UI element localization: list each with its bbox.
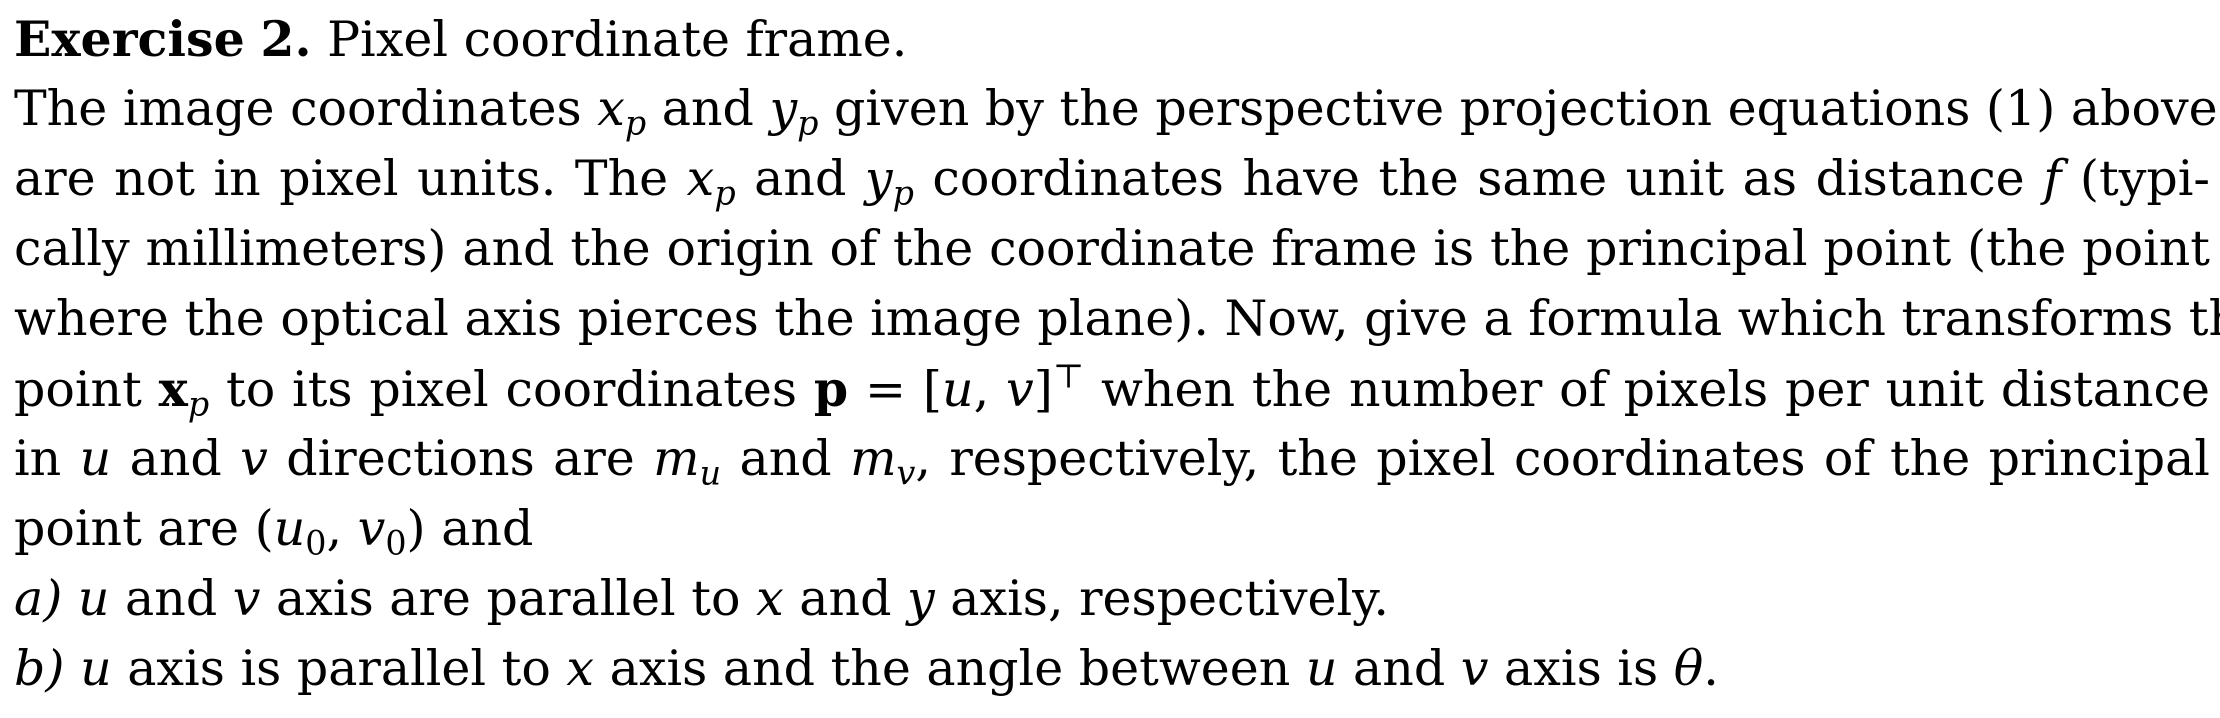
math-v: v bbox=[232, 570, 261, 627]
math-x: x bbox=[756, 570, 784, 627]
text-span: and bbox=[109, 570, 233, 627]
text-span: and bbox=[1337, 640, 1461, 697]
text-span: axis, respectively. bbox=[934, 570, 1389, 627]
text-span: and bbox=[735, 150, 865, 207]
paragraph-line-1: The image coordinates xp and yp given by… bbox=[14, 74, 2218, 144]
math-x-p: xp bbox=[686, 150, 736, 213]
text-span: to its pixel coordinates bbox=[209, 361, 814, 418]
math-u: u bbox=[79, 430, 112, 487]
paragraph-line-4: where the optical axis pierces the image… bbox=[14, 290, 2220, 347]
paragraph-line-6: in u and v directions are mu and mv, res… bbox=[14, 424, 2210, 494]
math-u: u bbox=[80, 640, 112, 697]
exercise-label: Exercise bbox=[14, 10, 245, 68]
item-b-label: b) bbox=[14, 640, 65, 697]
paragraph-line-3: cally millimeters) and the origin of the… bbox=[14, 220, 2210, 277]
text-span: and bbox=[646, 80, 770, 137]
math-v: v bbox=[240, 430, 268, 487]
text-span: in bbox=[14, 430, 80, 487]
text-span: . bbox=[1703, 640, 1719, 697]
text-span: axis and the angle between bbox=[594, 640, 1306, 697]
text-span: and bbox=[783, 570, 908, 627]
text-span: and bbox=[111, 430, 241, 487]
text-span: The image coordinates bbox=[14, 80, 598, 137]
math-y-p: yp bbox=[864, 150, 914, 213]
text-span: (typi- bbox=[2061, 150, 2210, 207]
text-span: point are bbox=[14, 500, 255, 557]
item-a: a) u and v axis are parallel to x and y … bbox=[14, 564, 2210, 634]
exercise-title: Pixel coordinate frame. bbox=[327, 11, 908, 68]
text-span: , respectively, the pixel coordinates of… bbox=[915, 430, 2210, 487]
exercise-number: 2. bbox=[260, 10, 312, 68]
item-b: b) u axis is parallel to x axis and the … bbox=[14, 634, 2210, 704]
math-m-v: mv bbox=[850, 430, 916, 493]
math-u0-v0: (u0, v0) bbox=[254, 500, 426, 563]
text-span: and bbox=[425, 500, 534, 557]
math-v: v bbox=[1460, 640, 1489, 697]
math-p-equals-uv-transpose: p = [u, v]⊤ bbox=[813, 356, 1085, 418]
text-span: axis is bbox=[1488, 640, 1674, 697]
paragraph-line-2: are not in pixel units. The xp and yp co… bbox=[14, 144, 2210, 214]
math-u: u bbox=[77, 570, 110, 627]
exercise-heading: Exercise 2. Pixel coordinate frame. bbox=[14, 4, 2210, 74]
math-x-p: xp bbox=[597, 80, 647, 143]
math-m-u: mu bbox=[653, 430, 722, 493]
math-f: f bbox=[2043, 150, 2062, 207]
text-span: point bbox=[14, 361, 159, 418]
text-span: given by the perspective projection equa… bbox=[818, 80, 2218, 137]
text-span: are not in pixel units. The bbox=[14, 150, 687, 207]
text-span: directions are bbox=[267, 430, 654, 487]
text-span: when the number of pixels per unit dista… bbox=[1084, 361, 2210, 418]
exercise-block: Exercise 2. Pixel coordinate frame. The … bbox=[14, 4, 2220, 704]
text-span: and bbox=[721, 430, 851, 487]
math-u: u bbox=[1305, 640, 1338, 697]
math-theta: θ bbox=[1673, 640, 1704, 697]
math-y-p: yp bbox=[769, 80, 819, 143]
math-x: x bbox=[566, 640, 595, 697]
math-bold-x-p: xp bbox=[158, 360, 210, 424]
text-span: coordinates have the same unit as distan… bbox=[913, 150, 2044, 207]
text-span: axis is parallel to bbox=[111, 640, 567, 697]
item-a-label: a) bbox=[14, 570, 63, 627]
paragraph-line-7: point are (u0, v0) and bbox=[14, 494, 2210, 564]
text-span: axis are parallel to bbox=[260, 570, 757, 627]
math-y: y bbox=[907, 570, 935, 627]
paragraph-line-5: point xp to its pixel coordinates p = [u… bbox=[14, 354, 2210, 424]
